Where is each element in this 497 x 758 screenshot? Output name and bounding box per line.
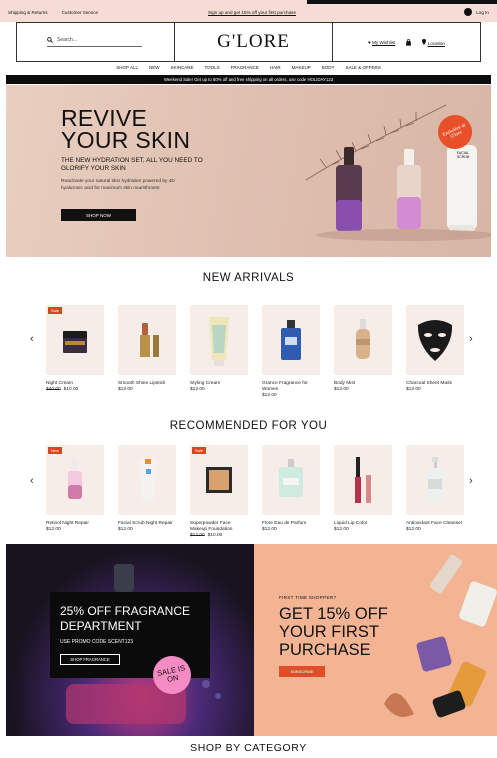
lipstick-icon xyxy=(140,323,159,357)
product-card[interactable]: Liquid Lip Color $12.00 xyxy=(334,445,392,533)
login-button[interactable]: Log In xyxy=(464,8,489,16)
logo[interactable]: G'LORE xyxy=(175,23,333,61)
fragrance-promo-code: USE PROMO CODE SCENT123 xyxy=(60,639,134,645)
perfume-icon xyxy=(281,320,301,360)
product-card[interactable]: Styling Cream $12.00 xyxy=(190,305,248,393)
recommended-row: New Retinol Night Repair $12.00 Facial S… xyxy=(46,445,466,545)
product-price: $12.00 xyxy=(118,387,133,392)
shop-fragrance-button[interactable]: SHOP FRAGRANCE xyxy=(60,654,120,665)
search-icon xyxy=(47,37,53,43)
wishlist-link[interactable]: ♥ My Wishlist xyxy=(368,40,395,45)
mist-bottle-icon xyxy=(356,319,370,359)
customer-service-link[interactable]: Customer Service xyxy=(62,10,99,15)
location-label: Location xyxy=(427,40,445,46)
sale-tag: Sale xyxy=(48,307,63,314)
first-purchase-title: GET 15% OFF YOUR FIRST PURCHASE xyxy=(279,605,388,659)
parfum-bottle-icon xyxy=(279,459,303,497)
hero-subtitle: THE NEW HYDRATION SET, ALL YOU NEED TO G… xyxy=(61,157,203,173)
product-card[interactable]: Sale Night Cream $40.00 $10.00 xyxy=(46,305,104,393)
login-label: Log In xyxy=(476,9,489,15)
nav-new[interactable]: NEW xyxy=(149,65,160,75)
product-price: $12.00 xyxy=(118,527,133,532)
product-price: $12.00 xyxy=(190,387,205,392)
promo-bar: Weekend Sale! Get up to 50% off and free… xyxy=(6,75,491,84)
shopping-bag-icon[interactable] xyxy=(405,38,412,46)
product-price: $12.00 xyxy=(262,527,277,532)
nav-tools[interactable]: TOOLS xyxy=(204,65,219,75)
fragrance-promo-title: 25% OFF FRAGRANCE DEPARTMENT xyxy=(60,604,191,633)
product-card[interactable]: Grance Fragrance for Women $12.00 xyxy=(262,305,320,399)
recommended-prev-arrow[interactable]: ‹ xyxy=(30,475,34,487)
product-card[interactable]: Antioxidant Face Cleanser $12.00 xyxy=(406,445,464,533)
compact-powder-icon xyxy=(206,467,232,493)
nav-makeup[interactable]: MAKEUP xyxy=(292,65,311,75)
product-price: $12.00 xyxy=(334,387,349,392)
dropper-bottle-icon xyxy=(68,459,82,499)
user-icon xyxy=(464,8,473,16)
new-arrivals-next-arrow[interactable]: › xyxy=(469,333,473,345)
product-price: $12.00 xyxy=(406,527,421,532)
shipping-returns-link[interactable]: Shipping & Returns xyxy=(8,10,48,15)
fragrance-banner: 25% OFF FRAGRANCE DEPARTMENT USE PROMO C… xyxy=(6,544,254,736)
product-card[interactable]: Facial Scrub Night Repair $12.00 xyxy=(118,445,176,533)
pump-bottle-icon xyxy=(426,457,444,502)
recommended-title: RECOMMENDED FOR YOU xyxy=(169,420,328,432)
sheet-mask-icon xyxy=(417,320,453,361)
search-input[interactable]: Search... xyxy=(47,37,142,47)
new-tag: New xyxy=(48,447,63,454)
nav-skincare[interactable]: SKINCARE xyxy=(170,65,193,75)
hero-banner: REVIVE YOUR SKIN THE NEW HYDRATION SET, … xyxy=(6,85,491,257)
hero-title-line2: YOUR SKIN xyxy=(61,127,191,153)
tube-icon xyxy=(209,317,229,366)
signup-link[interactable]: Sign up and get 15% off your first purch… xyxy=(208,10,296,15)
nav-hair[interactable]: HAIR xyxy=(270,65,281,75)
nav-shop-all[interactable]: SHOP ALL xyxy=(116,65,138,75)
new-arrivals-row: Sale Night Cream $40.00 $10.00 Smooth Shi… xyxy=(46,305,466,405)
facial-scrub-label: FACIAL SCRUB xyxy=(456,151,470,159)
sale-tag: Sale xyxy=(192,447,207,454)
product-name: Grance Fragrance for Women xyxy=(262,381,308,392)
location-pin-icon xyxy=(422,38,427,45)
product-price: $10.00 xyxy=(63,387,79,392)
nav-sale-offers[interactable]: SALE & OFFERS xyxy=(345,65,380,75)
page: Shipping & Returns Customer Service Sign… xyxy=(0,0,497,758)
new-arrivals-title: NEW ARRIVALS xyxy=(202,272,295,284)
shop-now-button[interactable]: SHOP NOW xyxy=(61,209,136,221)
product-card[interactable]: Sale Superpowder Face Makeup Foundation … xyxy=(190,445,248,539)
product-price: $12.00 xyxy=(406,387,421,392)
search-placeholder: Search... xyxy=(57,37,78,43)
wishlist-label: My Wishlist xyxy=(372,39,396,45)
hero-body: Reactivate your natural skin hydration p… xyxy=(61,179,175,191)
new-arrivals-prev-arrow[interactable]: ‹ xyxy=(30,333,34,345)
product-old-price: $12.00 xyxy=(190,533,205,538)
top-bar-dark-strip xyxy=(307,0,497,4)
product-card[interactable]: Smooth Shine Lipstick $12.00 xyxy=(118,305,176,393)
lip-gloss-icon xyxy=(355,457,371,503)
shop-by-category-title: SHOP BY CATEGORY xyxy=(190,742,307,754)
product-name: Superpowder Face Makeup Foundation xyxy=(190,521,233,532)
product-card[interactable]: Flore Eau de Parfum $12.00 xyxy=(262,445,320,533)
nav-body[interactable]: BODY xyxy=(322,65,335,75)
first-purchase-banner: FIRST TIME SHOPPER? GET 15% OFF YOUR FIR… xyxy=(254,544,497,736)
product-card[interactable]: Charcoal Sheet Mask $12.00 xyxy=(406,305,464,393)
recommended-next-arrow[interactable]: › xyxy=(469,475,473,487)
location-link[interactable]: Location xyxy=(422,38,445,46)
product-price: $12.00 xyxy=(262,393,277,398)
tube-icon xyxy=(140,459,156,501)
main-nav: SHOP ALL NEW SKINCARE TOOLS FRAGRANCE HA… xyxy=(0,65,497,75)
product-price: $12.00 xyxy=(334,527,349,532)
product-price: $12.00 xyxy=(46,527,61,532)
first-time-shopper-label: FIRST TIME SHOPPER? xyxy=(279,595,337,600)
product-old-price: $40.00 xyxy=(46,387,61,392)
product-card[interactable]: Body Mist $12.00 xyxy=(334,305,392,393)
subscribe-button[interactable]: SUBSCRIBE xyxy=(279,666,325,677)
nav-fragrance[interactable]: FRAGRANCE xyxy=(231,65,259,75)
product-card[interactable]: New Retinol Night Repair $12.00 xyxy=(46,445,104,533)
top-bar: Shipping & Returns Customer Service Sign… xyxy=(0,0,497,22)
site-header: Search... G'LORE ♥ My Wishlist Location xyxy=(16,22,481,62)
jar-icon xyxy=(63,331,87,353)
hero-title-line1: REVIVE xyxy=(61,105,148,131)
product-price: $10.00 xyxy=(207,533,223,538)
